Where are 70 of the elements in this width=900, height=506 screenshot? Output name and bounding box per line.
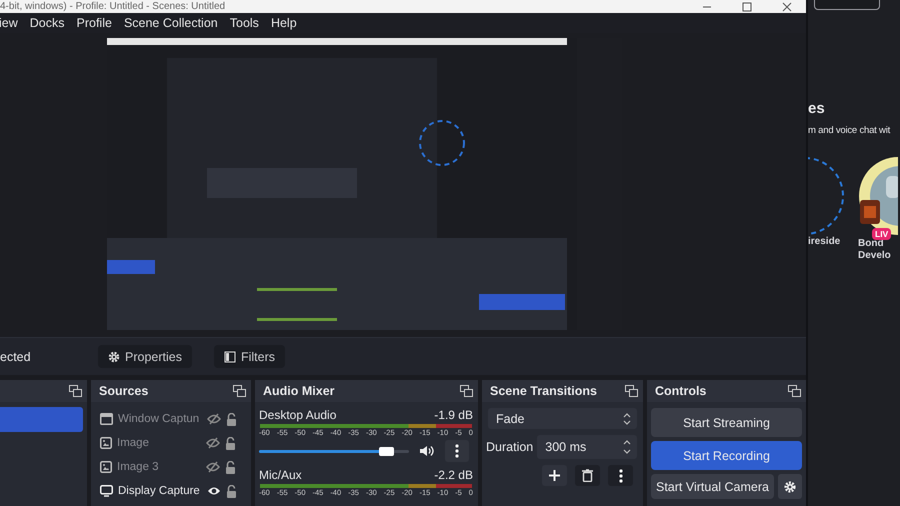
kebab-icon [455, 444, 459, 458]
menu-item[interactable]: iew [0, 16, 26, 30]
control-button[interactable]: Start Streaming [651, 408, 802, 437]
undock-icon[interactable] [625, 385, 638, 397]
up-down-icon [623, 440, 631, 454]
section-heading: es [808, 100, 826, 117]
eye-icon[interactable] [207, 486, 221, 496]
padlock-open-icon[interactable] [226, 484, 237, 498]
channel-name: Desktop Audio [259, 408, 336, 422]
filter-icon [224, 350, 236, 362]
section-subtitle: m and voice chat wit [808, 125, 892, 136]
undock-icon[interactable] [788, 385, 801, 397]
eye-slash-icon[interactable] [207, 413, 221, 425]
gear-icon [784, 480, 796, 494]
db-reading: -2.2 dB [434, 468, 473, 482]
duration-spinbox[interactable]: 300 ms [537, 435, 637, 459]
control-button[interactable]: Start Virtual Camera [651, 474, 774, 499]
maximize-icon[interactable] [742, 2, 752, 12]
padlock-open-icon[interactable] [225, 460, 236, 474]
source-name[interactable]: Display Capture [118, 485, 202, 497]
transition-dropdown[interactable]: Fade [488, 408, 637, 429]
menu-item[interactable]: Help [270, 16, 305, 30]
image-icon [100, 437, 112, 449]
menu-item[interactable]: Scene Collection [124, 16, 226, 30]
more-button[interactable] [445, 440, 469, 462]
monitor-icon [100, 485, 113, 497]
dock-title: Sources [99, 384, 148, 398]
undock-icon[interactable] [233, 385, 246, 397]
close-icon[interactable] [782, 2, 792, 12]
menu-item[interactable]: Profile [76, 16, 120, 30]
settings-button[interactable] [778, 474, 802, 499]
padlock-open-icon[interactable] [225, 436, 236, 450]
undock-icon[interactable] [69, 385, 82, 397]
dock-title: Audio Mixer [263, 384, 335, 398]
eye-slash-icon[interactable] [206, 461, 220, 473]
window-title: 4-bit, windows) - Profile: Untitled - Scenes: Untitled [0, 0, 226, 13]
channel-name: Mic/Aux [259, 468, 302, 482]
toolbar-button[interactable] [814, 0, 880, 10]
source-name[interactable]: Window Captun [118, 413, 202, 425]
add-button[interactable] [542, 465, 567, 486]
plus-icon [548, 469, 561, 482]
user-name: Develo [858, 250, 891, 262]
speaker-icon[interactable] [419, 445, 435, 457]
gear-icon [108, 350, 120, 362]
source-name[interactable]: Image [117, 437, 201, 449]
source-name[interactable]: Image 3 [117, 461, 201, 473]
dashed-ring-icon[interactable] [808, 156, 844, 236]
dock-title: Scene Transitions [490, 384, 597, 398]
control-button[interactable]: Start Recording [651, 441, 802, 470]
more-button[interactable] [608, 465, 633, 486]
user-name: Bond [858, 238, 884, 250]
kebab-icon [618, 468, 622, 482]
padlock-open-icon[interactable] [226, 412, 237, 426]
properties-button[interactable]: Properties [98, 345, 192, 368]
dock-title: Controls [655, 384, 706, 398]
no-source-selected-label: ected [0, 350, 32, 364]
live-badge: LIV [872, 228, 892, 240]
db-reading: -1.9 dB [434, 408, 473, 422]
trash-icon [582, 469, 593, 482]
user-name: ireside [808, 236, 840, 247]
delete-button[interactable] [575, 465, 600, 486]
image-icon [100, 461, 112, 473]
menu-item[interactable]: Docks [30, 16, 72, 30]
undock-icon[interactable] [460, 385, 473, 397]
eye-slash-icon[interactable] [206, 437, 220, 449]
window-icon [100, 413, 113, 425]
filters-button[interactable]: Filters [214, 345, 286, 368]
menu-item[interactable]: Tools [230, 16, 267, 30]
up-down-icon [623, 412, 631, 424]
duration-label: Duration [486, 440, 534, 454]
